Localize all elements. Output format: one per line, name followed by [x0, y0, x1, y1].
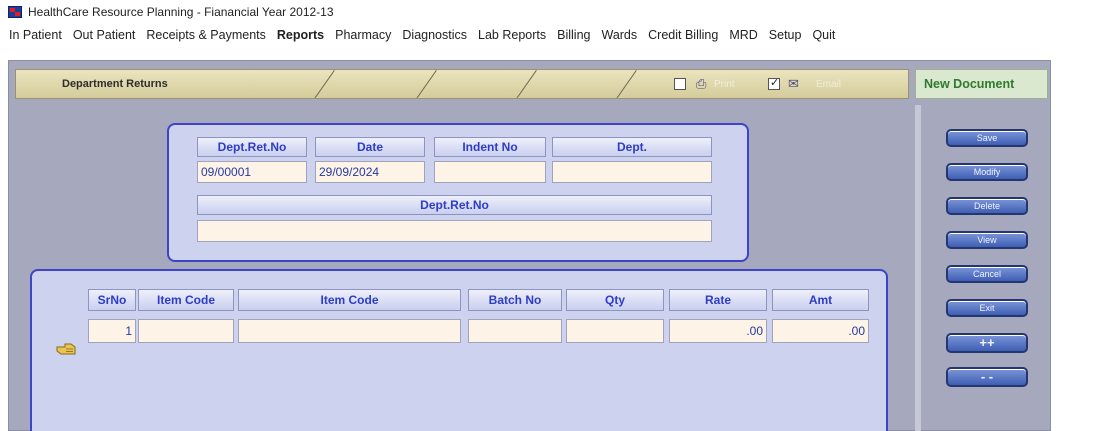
main-panel: Department Returns ⎙ Print ✉ Email New D… — [8, 60, 1051, 431]
header-divider — [601, 70, 637, 98]
menu-receipts-payments[interactable]: Receipts & Payments — [146, 28, 266, 42]
menu-bar: In Patient Out Patient Receipts & Paymen… — [0, 24, 1102, 46]
amt-header: Amt — [772, 289, 869, 311]
view-button[interactable]: View — [946, 231, 1028, 249]
menu-mrd[interactable]: MRD — [729, 28, 757, 42]
remove-row-button[interactable]: - - — [946, 367, 1028, 387]
header-divider — [401, 70, 437, 98]
batch-no-header: Batch No — [468, 289, 562, 311]
date-field[interactable]: 29/09/2024 — [315, 161, 425, 183]
date-header: Date — [315, 137, 425, 157]
indent-no-field[interactable] — [434, 161, 546, 183]
menu-credit-billing[interactable]: Credit Billing — [648, 28, 718, 42]
dept-ret-no-field-2[interactable] — [197, 220, 712, 242]
side-divider — [915, 105, 921, 431]
document-status: New Document — [924, 77, 1015, 91]
save-button[interactable]: Save — [946, 129, 1028, 147]
print-checkbox[interactable] — [674, 78, 686, 90]
menu-billing[interactable]: Billing — [557, 28, 590, 42]
window-title: HealthCare Resource Planning - Fianancia… — [28, 5, 334, 19]
srno-cell[interactable]: 1 — [88, 319, 136, 343]
header-form-panel: Dept.Ret.No Date Indent No Dept. 09/0000… — [167, 123, 749, 262]
form-title: Department Returns — [62, 78, 168, 90]
item-name-cell[interactable] — [238, 319, 461, 343]
dept-ret-no-header-2: Dept.Ret.No — [197, 195, 712, 215]
menu-setup[interactable]: Setup — [769, 28, 802, 42]
modify-button[interactable]: Modify — [946, 163, 1028, 181]
menu-wards[interactable]: Wards — [601, 28, 637, 42]
batch-no-cell[interactable] — [468, 319, 562, 343]
menu-in-patient[interactable]: In Patient — [9, 28, 62, 42]
email-label: Email — [816, 79, 842, 90]
item-code-cell[interactable] — [138, 319, 234, 343]
srno-header: SrNo — [88, 289, 136, 311]
dept-field[interactable] — [552, 161, 712, 183]
app-icon — [8, 6, 22, 18]
add-row-button[interactable]: ++ — [946, 333, 1028, 353]
header-divider — [501, 70, 537, 98]
menu-diagnostics[interactable]: Diagnostics — [402, 28, 467, 42]
delete-button[interactable]: Delete — [946, 197, 1028, 215]
menu-pharmacy[interactable]: Pharmacy — [335, 28, 391, 42]
email-checkbox[interactable] — [768, 76, 780, 90]
menu-quit[interactable]: Quit — [812, 28, 835, 42]
qty-cell[interactable] — [566, 319, 664, 343]
dept-ret-no-header: Dept.Ret.No — [197, 137, 307, 157]
menu-reports[interactable]: Reports — [277, 28, 324, 42]
pointing-hand-icon — [56, 343, 76, 355]
email-icon: ✉ — [788, 76, 799, 91]
rate-header: Rate — [669, 289, 767, 311]
rate-cell[interactable]: .00 — [669, 319, 767, 343]
item-name-header: Item Code — [238, 289, 461, 311]
menu-out-patient[interactable]: Out Patient — [73, 28, 136, 42]
form-header: Department Returns ⎙ Print ✉ Email — [15, 69, 909, 99]
printer-icon: ⎙ — [696, 76, 707, 91]
items-grid-panel: SrNo Item Code Item Code Batch No Qty Ra… — [30, 269, 888, 431]
window-titlebar: HealthCare Resource Planning - Fianancia… — [0, 0, 1102, 24]
header-divider — [299, 70, 335, 98]
dept-ret-no-field[interactable]: 09/00001 — [197, 161, 307, 183]
indent-no-header: Indent No — [434, 137, 546, 157]
amt-cell[interactable]: .00 — [772, 319, 869, 343]
cancel-button[interactable]: Cancel — [946, 265, 1028, 283]
dept-header: Dept. — [552, 137, 712, 157]
qty-header: Qty — [566, 289, 664, 311]
exit-button[interactable]: Exit — [946, 299, 1028, 317]
document-status-box: New Document — [915, 69, 1048, 99]
print-label: Print — [714, 79, 735, 90]
menu-lab-reports[interactable]: Lab Reports — [478, 28, 546, 42]
item-code-header: Item Code — [138, 289, 234, 311]
